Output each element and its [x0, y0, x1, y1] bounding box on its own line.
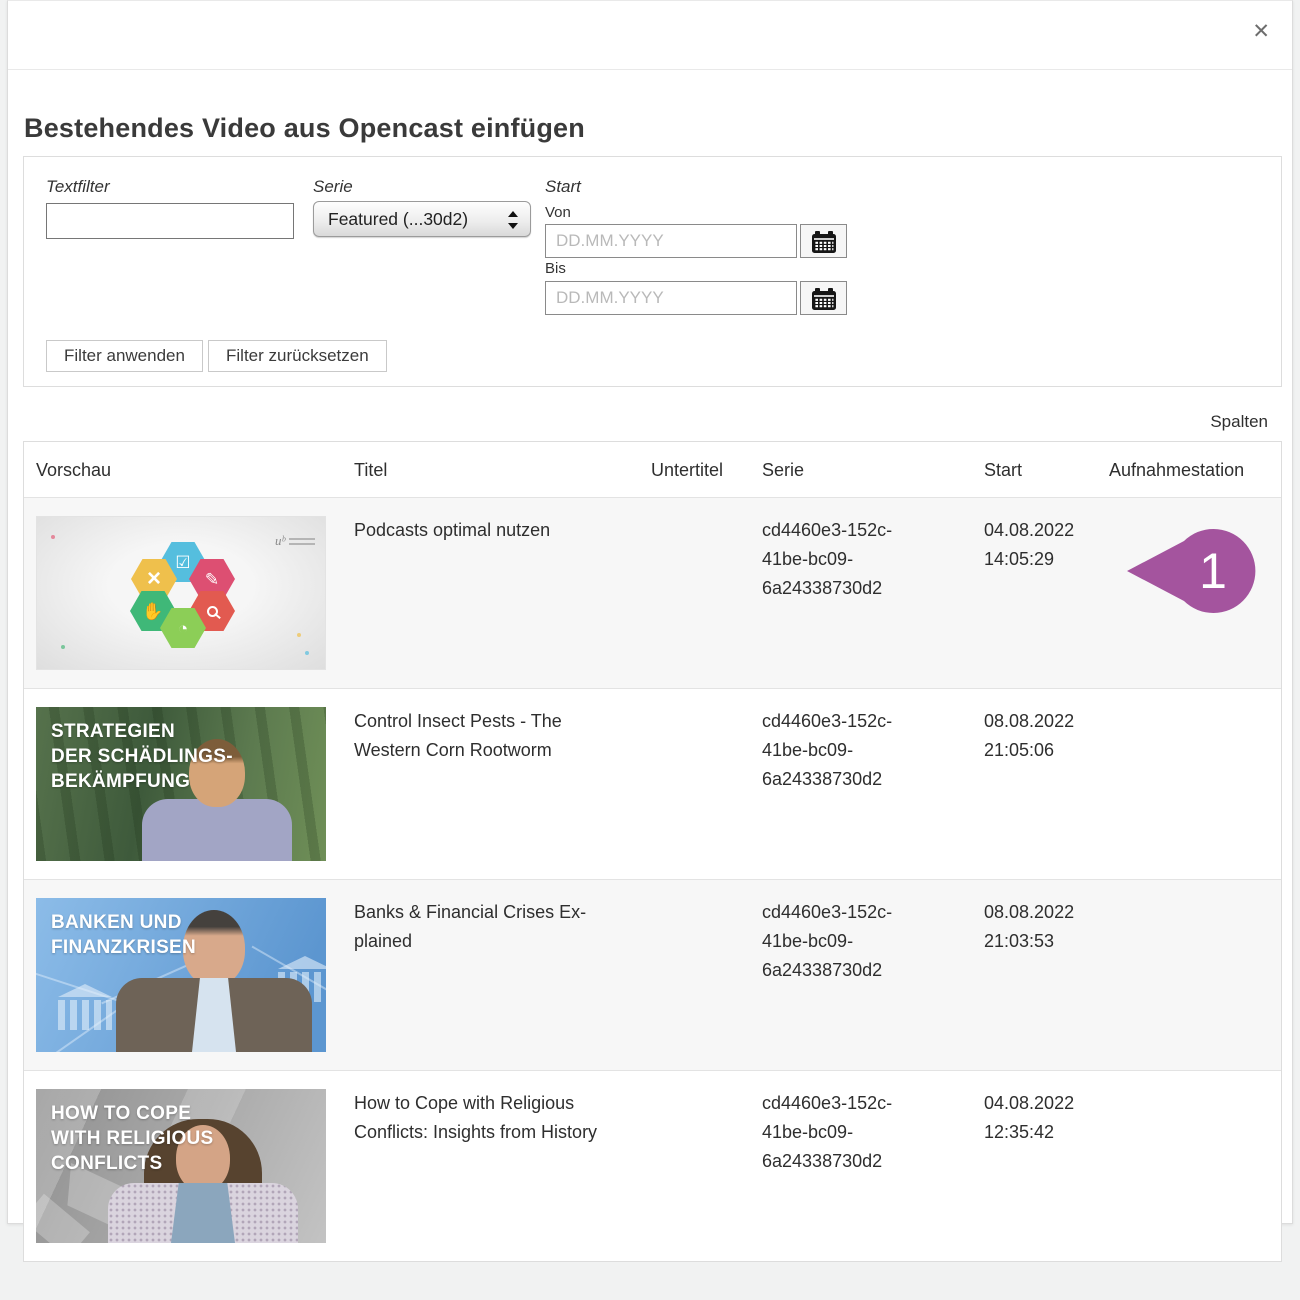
bis-date-row [545, 281, 847, 315]
bis-date-input[interactable] [545, 281, 797, 315]
video-table: Vorschau Titel Untertitel Serie Start Au… [23, 441, 1282, 1262]
von-calendar-button[interactable] [800, 224, 847, 258]
video-start: 04.08.2022 14:05:29 [984, 516, 1085, 574]
video-serie: cd4460e3-152c-41be-bc09-6a24338730d2 [762, 898, 912, 985]
von-label: Von [545, 204, 571, 221]
serie-select[interactable]: Featured (...30d2) [313, 201, 531, 237]
video-start: 08.08.2022 21:05:06 [984, 707, 1085, 765]
page-title: Bestehendes Video aus Opencast einfügen [24, 113, 585, 144]
video-thumbnail[interactable]: uᵇ ☑ × ✎ ✋ ◔ [36, 516, 326, 670]
col-header-serie: Serie [750, 442, 972, 497]
col-header-start: Start [972, 442, 1097, 497]
textfilter-input[interactable] [46, 203, 294, 239]
annotation-balloon-1: 1 [1127, 529, 1261, 613]
start-label: Start [545, 177, 581, 197]
serie-select-value: Featured (...30d2) [328, 209, 468, 229]
close-icon[interactable]: ✕ [1252, 21, 1270, 42]
filter-apply-button[interactable]: Filter anwenden [46, 340, 203, 372]
bank-icon [58, 984, 112, 1030]
von-date-row [545, 224, 847, 258]
video-serie: cd4460e3-152c-41be-bc09-6a24338730d2 [762, 516, 912, 603]
serie-label: Serie [313, 177, 353, 197]
table-header: Vorschau Titel Untertitel Serie Start Au… [24, 442, 1281, 497]
video-start: 08.08.2022 21:03:53 [984, 898, 1085, 956]
video-title: Banks & Financial Crises Ex­plained [354, 898, 604, 956]
video-title: Control Insect Pests - The Western Corn … [354, 707, 604, 765]
bis-calendar-button[interactable] [800, 281, 847, 315]
thumbnail-title-text: STRATEGIEN DER SCHÄDLINGS- BEKÄMPFUNG [51, 719, 233, 794]
video-title: How to Cope with Religious Conflicts: In… [354, 1089, 604, 1147]
video-serie: cd4460e3-152c-41be-bc09-6a24338730d2 [762, 707, 912, 794]
table-row[interactable]: STRATEGIEN DER SCHÄDLINGS- BEKÄMPFUNG Co… [24, 688, 1281, 879]
columns-menu-button[interactable]: Spalten [1210, 412, 1268, 432]
col-header-untertitel: Untertitel [639, 442, 750, 497]
video-start: 04.08.2022 12:35:42 [984, 1089, 1085, 1147]
table-row[interactable]: BANKEN UND FINANZKRISEN Banks & Financia… [24, 879, 1281, 1070]
col-header-aufnahmestation: Aufnahmestation [1097, 442, 1281, 497]
calendar-icon [812, 288, 836, 310]
textfilter-label: Textfilter [46, 177, 110, 197]
col-header-titel: Titel [342, 442, 639, 497]
table-row[interactable]: uᵇ ☑ × ✎ ✋ ◔ Podcasts optimal nutzen [24, 497, 1281, 688]
unibe-logo: uᵇ [275, 526, 315, 555]
opencast-dialog: ✕ Bestehendes Video aus Opencast einfüge… [7, 0, 1293, 1224]
video-thumbnail[interactable]: HOW TO COPE WITH RELIGIOUS CONFLICTS [36, 1089, 326, 1243]
bis-label: Bis [545, 260, 566, 277]
table-body: uᵇ ☑ × ✎ ✋ ◔ Podcasts optimal nutzen [24, 497, 1281, 1261]
von-date-input[interactable] [545, 224, 797, 258]
thumbnail-title-text: BANKEN UND FINANZKRISEN [51, 910, 196, 960]
video-title: Podcasts optimal nutzen [354, 516, 604, 545]
table-row[interactable]: HOW TO COPE WITH RELIGIOUS CONFLICTS How… [24, 1070, 1281, 1261]
page: { "header": { "close_icon": "✕" }, "titl… [0, 0, 1300, 1300]
calendar-icon [812, 231, 836, 253]
video-thumbnail[interactable]: STRATEGIEN DER SCHÄDLINGS- BEKÄMPFUNG [36, 707, 326, 861]
video-thumbnail[interactable]: BANKEN UND FINANZKRISEN [36, 898, 326, 1052]
col-header-vorschau: Vorschau [24, 442, 342, 497]
filter-panel: Textfilter Serie Featured (...30d2) Star… [23, 156, 1282, 387]
thumbnail-title-text: HOW TO COPE WITH RELIGIOUS CONFLICTS [51, 1101, 214, 1176]
dialog-header: ✕ [8, 1, 1292, 70]
annotation-number: 1 [1183, 538, 1243, 604]
select-stepper-icon [508, 210, 518, 230]
video-serie: cd4460e3-152c-41be-bc09-6a24338730d2 [762, 1089, 912, 1176]
filter-reset-button[interactable]: Filter zurücksetzen [208, 340, 387, 372]
